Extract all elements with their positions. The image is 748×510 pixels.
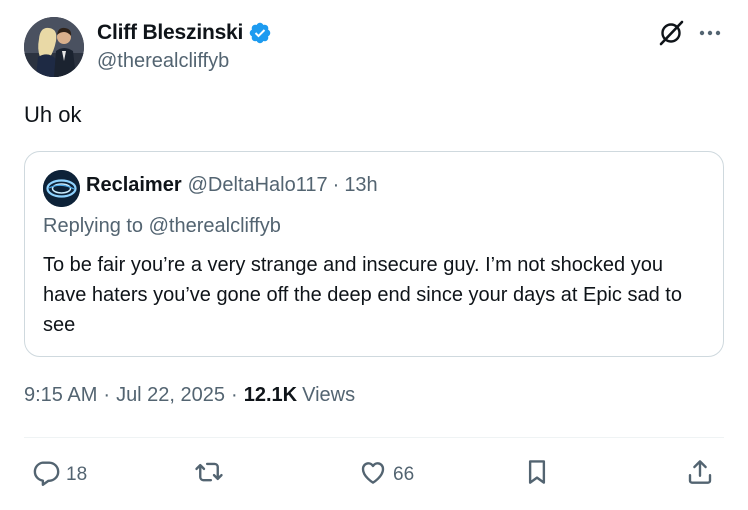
quoted-author-handle[interactable]: @DeltaHalo117 — [188, 174, 328, 197]
bookmark-button[interactable] — [522, 457, 552, 492]
tweet-time[interactable]: 9:15 AM — [24, 384, 97, 407]
action-bar-divider — [24, 437, 724, 438]
quoted-tweet-card[interactable]: Reclaimer @DeltaHalo117 · 13h Replying t… — [24, 151, 724, 357]
reply-count: 18 — [66, 463, 88, 485]
reply-button[interactable]: 18 — [31, 457, 87, 492]
quoted-author-avatar[interactable] — [43, 170, 80, 207]
tweet-meta: 9:15 AM · Jul 22, 2025 · 12.1K Views — [24, 384, 355, 407]
retweet-icon — [194, 457, 224, 492]
replying-to-label: Replying to — [43, 215, 144, 237]
share-icon — [685, 457, 715, 492]
replying-to-mention[interactable]: @therealcliffyb — [149, 215, 281, 237]
quoted-separator: · — [332, 174, 340, 196]
views-count: 12.1K — [243, 384, 298, 406]
share-button[interactable] — [685, 457, 715, 492]
author-name-row: Cliff Bleszinski — [97, 20, 272, 46]
tweet-text: Uh ok — [24, 102, 82, 127]
like-button[interactable]: 66 — [358, 457, 414, 492]
bookmark-icon — [522, 457, 552, 492]
quoted-timestamp[interactable]: 13h — [344, 174, 377, 197]
author-display-name[interactable]: Cliff Bleszinski — [97, 21, 243, 45]
meta-separator-2: · — [231, 384, 238, 406]
quoted-tweet-text: To be fair you’re a very strange and ins… — [43, 254, 682, 336]
like-icon — [358, 457, 388, 492]
author-handle[interactable]: @therealcliffyb — [97, 50, 229, 73]
views-label: Views — [302, 384, 356, 406]
author-avatar[interactable] — [24, 17, 84, 77]
grok-icon[interactable] — [656, 18, 686, 48]
like-count: 66 — [393, 463, 415, 485]
more-horizontal-icon[interactable] — [697, 18, 725, 48]
reply-icon — [31, 457, 61, 492]
meta-separator-1: · — [103, 384, 111, 406]
retweet-button[interactable] — [194, 457, 229, 492]
replying-to-line: Replying to @therealcliffyb — [43, 215, 281, 238]
tweet-date[interactable]: Jul 22, 2025 — [116, 384, 225, 407]
quoted-tweet-header: Reclaimer @DeltaHalo117 · 13h — [86, 174, 378, 197]
verified-badge-icon[interactable] — [248, 21, 272, 45]
quoted-author-name[interactable]: Reclaimer — [86, 174, 182, 197]
